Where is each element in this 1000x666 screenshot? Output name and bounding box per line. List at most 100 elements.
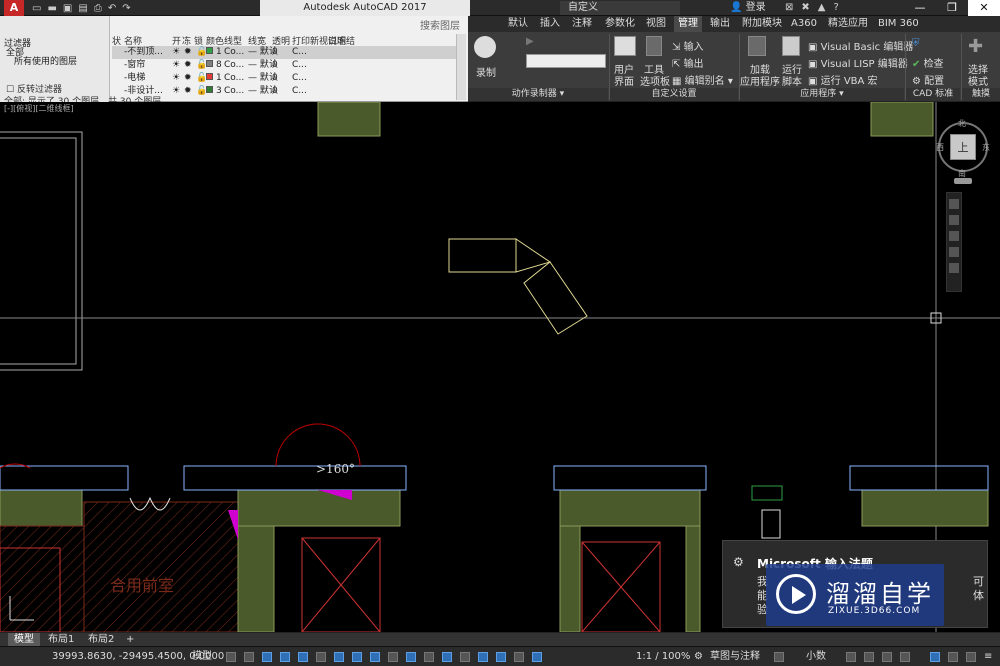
orbit-icon[interactable] (949, 247, 959, 257)
tab-insert[interactable]: 插入 (540, 16, 560, 32)
layer-linetype[interactable]: Co... (224, 59, 244, 72)
add-layout-button[interactable]: + (120, 633, 140, 647)
tab-annotate[interactable]: 注释 (572, 16, 592, 32)
wcs-menu[interactable] (954, 178, 972, 184)
compass-north[interactable]: 北 (958, 118, 966, 129)
layer-plot-style[interactable]: C... (292, 59, 307, 72)
isolate-objects-icon[interactable] (882, 652, 892, 662)
settings-gear-icon[interactable]: ⚙ (733, 555, 744, 569)
tool-palette-icon[interactable] (646, 36, 662, 56)
macro-dropdown[interactable] (526, 54, 606, 68)
record-icon[interactable] (474, 36, 496, 58)
dynamic-ucs-icon[interactable] (442, 652, 452, 662)
bulb-icon[interactable]: ☀ (172, 72, 180, 85)
tab-model[interactable]: 模型 (8, 633, 40, 647)
record-button[interactable]: 录制 (476, 64, 496, 79)
sun-icon[interactable]: ✹ (184, 59, 192, 72)
sun-icon[interactable]: ✹ (184, 46, 192, 59)
annotation-scale-value[interactable]: 1:1 / 100% (636, 647, 690, 666)
layer-plot-style[interactable]: C... (292, 85, 307, 98)
restore-button[interactable]: ❐ (936, 0, 968, 16)
minimize-button[interactable]: — (904, 0, 936, 16)
pan-icon[interactable] (949, 215, 959, 225)
load-app-icon[interactable] (748, 36, 766, 56)
gear-icon[interactable]: ⚙ (694, 647, 703, 666)
color-swatch[interactable] (206, 59, 213, 72)
workspace-dropdown[interactable]: 自定义 (560, 1, 680, 15)
quick-properties-icon[interactable] (846, 652, 856, 662)
3d-osnap-icon[interactable] (424, 652, 434, 662)
customization-icon[interactable] (948, 652, 958, 662)
plot-icon[interactable]: ⎙ (94, 3, 102, 14)
isodraft-icon[interactable] (316, 652, 326, 662)
standards-icon[interactable]: ⛨ (912, 38, 920, 49)
layer-linetype[interactable]: Co... (224, 46, 244, 59)
selection-filter-icon[interactable] (460, 652, 470, 662)
sun-icon[interactable]: ✹ (184, 72, 192, 85)
user-interface-label-2[interactable]: 界面 (614, 73, 634, 88)
color-swatch[interactable] (206, 72, 213, 85)
applications-panel-title[interactable]: 应用程序 ▾ (740, 88, 904, 101)
action-recorder-title[interactable]: 动作录制器 ▾ (468, 88, 608, 101)
configure-button[interactable]: ⚙ 配置 (912, 72, 944, 87)
tab-layout2[interactable]: 布局2 (82, 633, 120, 647)
help-icon[interactable]: ? (833, 0, 838, 16)
tab-output[interactable]: 输出 (710, 16, 730, 32)
color-swatch[interactable] (206, 85, 213, 98)
polar-icon[interactable] (298, 652, 308, 662)
layer-row[interactable]: -窗帘 ☀ ✹ 🔓 8 Co... — 默认 0 C... (112, 59, 462, 72)
layer-transparency[interactable]: 0 (272, 85, 278, 98)
gizmo-icon[interactable] (478, 652, 488, 662)
tab-layout1[interactable]: 布局1 (42, 633, 80, 647)
layer-linetype[interactable]: Co... (224, 72, 244, 85)
layer-row[interactable]: -非设计... ☀ ✹ 🔓 3 Co... — 默认 0 C... (112, 85, 462, 98)
tool-palettes-label-2[interactable]: 选项板 (640, 73, 670, 88)
infer-constraints-icon[interactable] (262, 652, 272, 662)
annotation-monitor-icon[interactable] (774, 652, 784, 662)
tab-a360[interactable]: A360 (791, 16, 817, 32)
import-button[interactable]: ⇲ 输入 (672, 38, 704, 53)
transparency-icon[interactable] (388, 652, 398, 662)
bulb-icon[interactable]: ☀ (172, 46, 180, 59)
run-vba-button[interactable]: ▣ 运行 VBA 宏 (808, 72, 878, 87)
compass-east[interactable]: 东 (982, 142, 990, 153)
export-button[interactable]: ⇱ 输出 (672, 55, 704, 70)
save-as-icon[interactable]: ▤ (78, 3, 87, 14)
redo-icon[interactable]: ↷ (122, 3, 130, 14)
tab-default[interactable]: 默认 (508, 16, 528, 32)
vba-editor-button[interactable]: ▣ Visual Basic 编辑器 (808, 38, 913, 53)
viewcube[interactable]: 上 北 西 东 南 (936, 119, 990, 184)
units-display[interactable]: 小数 (806, 647, 826, 666)
selection-cycling-icon[interactable] (406, 652, 416, 662)
layer-transparency[interactable]: 0 (272, 59, 278, 72)
showmotion-icon[interactable] (949, 263, 959, 273)
annotation-scale-icon[interactable] (532, 652, 542, 662)
ortho-icon[interactable] (280, 652, 290, 662)
select-mode-label-2[interactable]: 模式 (968, 73, 988, 88)
object-snap-tracking-icon[interactable] (334, 652, 344, 662)
workspace-switch[interactable]: 草图与注释 (710, 647, 760, 666)
graphics-performance-icon[interactable] (900, 652, 910, 662)
layer-row[interactable]: -不到顶... ☀ ✹ 🔓 1 Co... — 默认 0 C... (112, 46, 462, 59)
exchange-icon[interactable]: ✖ (801, 0, 809, 16)
edit-aliases-button[interactable]: ▦ 编辑别名 ▾ (672, 72, 733, 87)
layer-plot-style[interactable]: C... (292, 46, 307, 59)
tab-parametric[interactable]: 参数化 (605, 16, 635, 32)
close-button[interactable]: ✕ (968, 0, 1000, 16)
lisp-editor-button[interactable]: ▣ Visual LISP 编辑器 (808, 55, 908, 70)
lock-ui-icon[interactable] (864, 652, 874, 662)
compass-west[interactable]: 西 (936, 142, 944, 153)
auto-scale-icon[interactable] (514, 652, 524, 662)
tab-view[interactable]: 视图 (646, 16, 666, 32)
check-button[interactable]: ✔ 检查 (912, 55, 944, 70)
layer-plot-style[interactable]: C... (292, 72, 307, 85)
color-swatch[interactable] (206, 46, 213, 59)
load-app-label-2[interactable]: 应用程序 (740, 73, 780, 88)
undo-icon[interactable]: ↶ (108, 3, 116, 14)
object-snap-icon[interactable] (352, 652, 362, 662)
zoom-icon[interactable] (949, 231, 959, 241)
layer-row[interactable]: -电梯 ☀ ✹ 🔓 1 Co... — 默认 0 C... (112, 72, 462, 85)
cui-icon[interactable] (614, 36, 636, 56)
new-file-icon[interactable]: ▭ (32, 3, 41, 14)
cart-icon[interactable]: ⊠ (785, 0, 793, 16)
